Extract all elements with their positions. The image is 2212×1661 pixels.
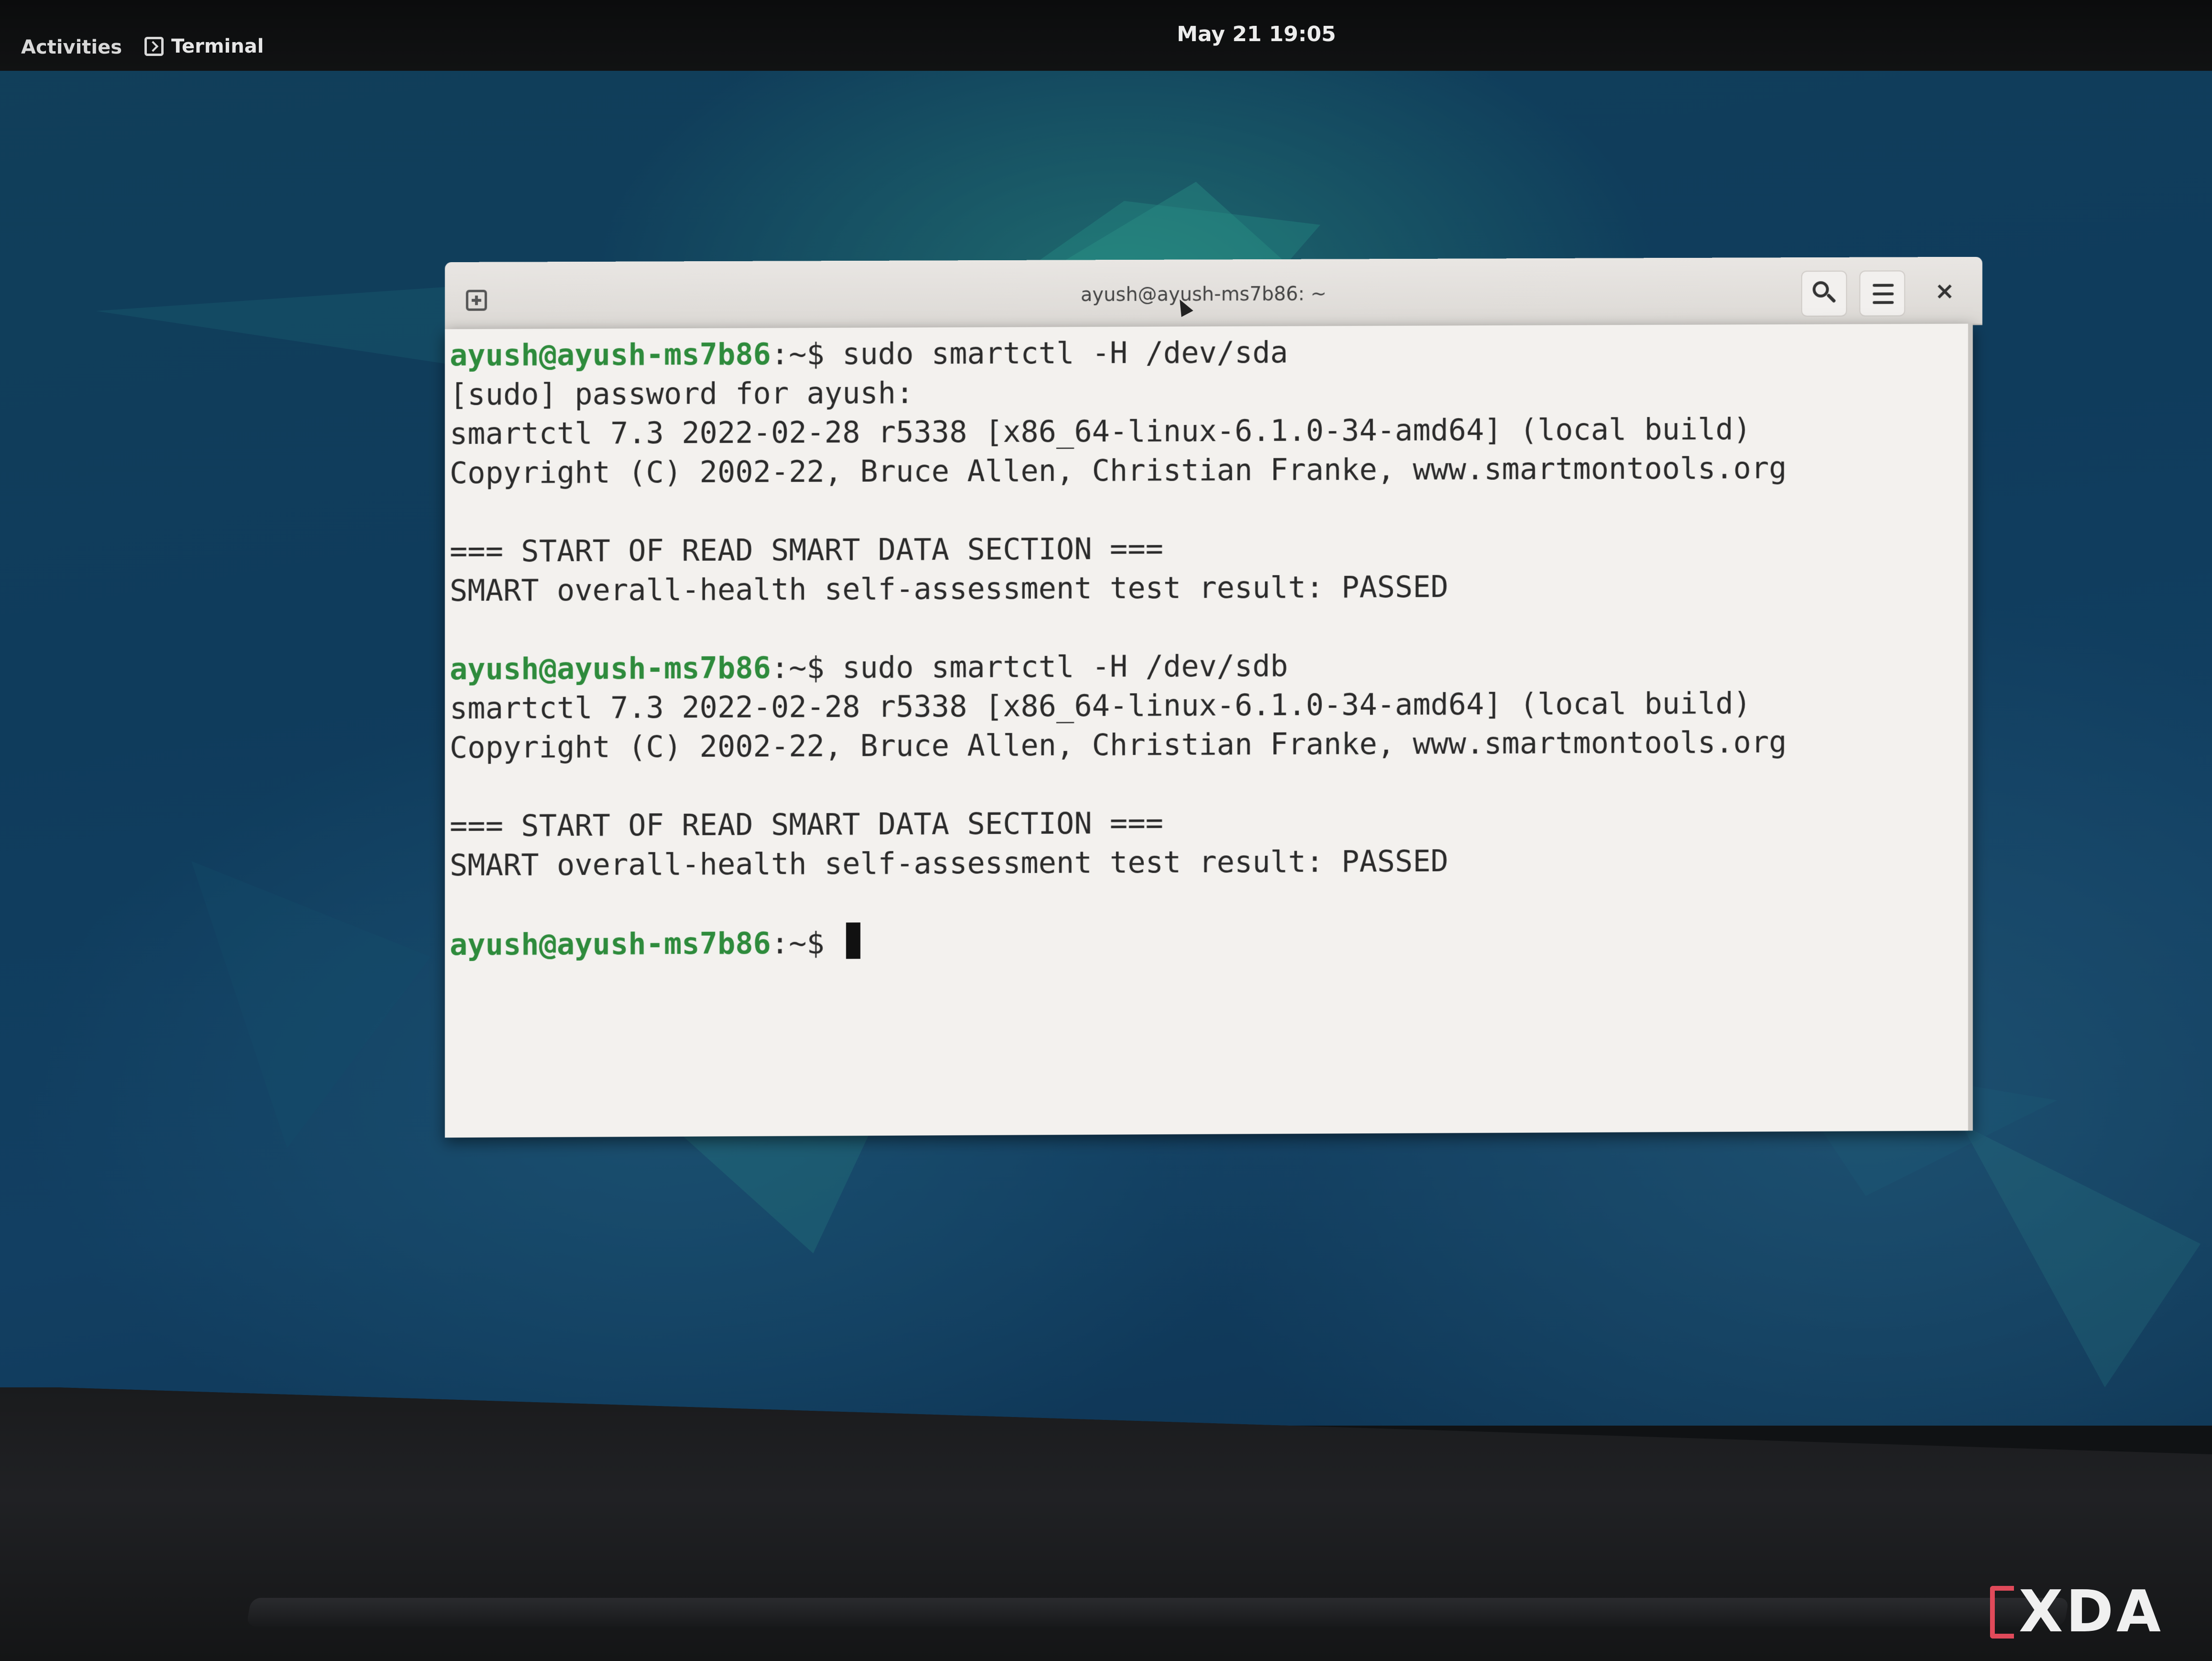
terminal-line: Copyright (C) 2002-22, Bruce Allen, Chri…: [450, 449, 1787, 493]
new-tab-icon[interactable]: [466, 290, 487, 311]
prompt-suffix: :~$: [771, 336, 842, 372]
hamburger-icon: [1873, 284, 1894, 287]
command-text: sudo smartctl -H /dev/sdb: [842, 648, 1288, 685]
output-text: smartctl 7.3 2022-02-28 r5338 [x86_64-li…: [450, 411, 1751, 451]
app-menu-terminal[interactable]: Terminal: [144, 35, 264, 57]
menu-button[interactable]: [1859, 270, 1905, 316]
terminal-line: smartctl 7.3 2022-02-28 r5338 [x86_64-li…: [450, 410, 1787, 454]
terminal-line: [450, 879, 1787, 924]
top-bar: Activities Terminal May 21 19:05: [0, 0, 2212, 71]
shell-prompt: ayush@ayush-ms7b86: [450, 337, 771, 373]
output-text: Copyright (C) 2002-22, Bruce Allen, Chri…: [450, 451, 1787, 490]
text-cursor: [846, 922, 861, 959]
activities-button[interactable]: Activities: [21, 36, 122, 58]
close-icon[interactable]: ×: [1935, 277, 1955, 305]
prompt-suffix: :~$: [771, 925, 842, 961]
window-title: ayush@ayush-ms7b86: ~: [1081, 283, 1327, 306]
terminal-line: ayush@ayush-ms7b86:~$ sudo smartctl -H /…: [450, 644, 1787, 689]
photo: Activities Terminal May 21 19:05 ayush@a…: [0, 0, 2212, 1661]
terminal-window[interactable]: ayush@ayush-ms7b86: ~ × ayush@ayush-ms7b…: [445, 257, 1982, 1123]
terminal-line: === START OF READ SMART DATA SECTION ===: [450, 801, 1787, 846]
terminal-output[interactable]: ayush@ayush-ms7b86:~$ sudo smartctl -H /…: [445, 324, 1973, 1138]
terminal-line: SMART overall-health self-assessment tes…: [450, 840, 1787, 885]
output-text: === START OF READ SMART DATA SECTION ===: [450, 531, 1163, 569]
terminal-line: SMART overall-health self-assessment tes…: [450, 566, 1787, 610]
app-menu-label: Terminal: [171, 35, 264, 57]
terminal-icon: [144, 37, 164, 56]
active-prompt-line[interactable]: ayush@ayush-ms7b86:~$: [450, 919, 1787, 963]
shell-prompt: ayush@ayush-ms7b86: [450, 650, 771, 687]
output-text: SMART overall-health self-assessment tes…: [450, 569, 1449, 608]
terminal-line: [450, 487, 1787, 532]
search-button[interactable]: [1801, 271, 1847, 317]
prompt-suffix: :~$: [771, 650, 842, 686]
xda-logo: XDA: [1990, 1579, 2164, 1645]
output-text: smartctl 7.3 2022-02-28 r5338 [x86_64-li…: [450, 686, 1751, 726]
terminal-line: === START OF READ SMART DATA SECTION ===: [450, 527, 1787, 571]
terminal-line: Copyright (C) 2002-22, Bruce Allen, Chri…: [450, 723, 1787, 767]
terminal-line: [sudo] password for ayush:: [450, 370, 1787, 414]
output-text: SMART overall-health self-assessment tes…: [450, 843, 1449, 883]
shell-prompt: ayush@ayush-ms7b86: [450, 926, 771, 962]
terminal-line: ayush@ayush-ms7b86:~$ sudo smartctl -H /…: [450, 331, 1787, 375]
xda-bracket-icon: [1990, 1586, 2014, 1639]
titlebar[interactable]: ayush@ayush-ms7b86: ~ ×: [445, 257, 1982, 331]
terminal-line: [450, 605, 1787, 650]
command-text: sudo smartctl -H /dev/sda: [842, 335, 1288, 371]
terminal-lines: ayush@ayush-ms7b86:~$ sudo smartctl -H /…: [450, 331, 1787, 963]
output-text: Copyright (C) 2002-22, Bruce Allen, Chri…: [450, 725, 1787, 765]
output-text: === START OF READ SMART DATA SECTION ===: [450, 806, 1163, 843]
output-text: [sudo] password for ayush:: [450, 375, 914, 412]
laptop-hinge: [246, 1598, 2069, 1627]
terminal-line: [450, 762, 1787, 806]
terminal-line: smartctl 7.3 2022-02-28 r5338 [x86_64-li…: [450, 684, 1787, 728]
clock[interactable]: May 21 19:05: [1177, 22, 1336, 46]
xda-wordmark: XDA: [2019, 1579, 2164, 1645]
